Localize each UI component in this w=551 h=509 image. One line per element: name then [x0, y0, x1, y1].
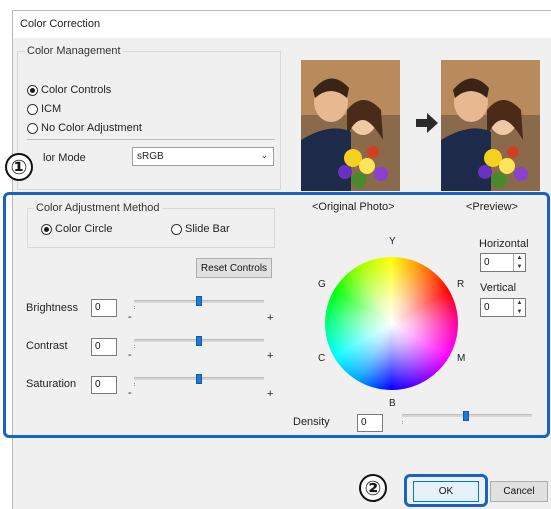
preview-label: <Preview>: [466, 201, 518, 213]
vertical-value: 0: [484, 302, 490, 313]
title-bar: Color Correction: [13, 11, 551, 38]
radio-color-circle[interactable]: Color Circle: [41, 223, 112, 235]
wheel-label-blue: B: [389, 398, 396, 409]
wheel-label-red: R: [457, 279, 465, 290]
color-mode-value: sRGB: [137, 151, 164, 162]
callout-2: ②: [359, 474, 387, 502]
contrast-label: Contrast: [26, 340, 68, 352]
density-slider-thumb[interactable]: [463, 411, 469, 421]
radio-no-color-adjustment-label: No Color Adjustment: [41, 122, 142, 134]
brightness-max-symbol: +: [267, 312, 274, 324]
wheel-label-magenta: M: [457, 353, 466, 364]
radio-dot: [27, 84, 38, 96]
window-title: Color Correction: [20, 18, 101, 30]
radio-color-circle-label: Color Circle: [55, 223, 113, 235]
saturation-label: Saturation: [26, 378, 77, 390]
slider-tick: [134, 345, 135, 348]
brightness-value[interactable]: 0: [91, 299, 117, 317]
brightness-label: Brightness: [26, 302, 78, 314]
contrast-value[interactable]: 0: [91, 338, 117, 356]
vertical-spinner[interactable]: 0 ▲ ▼: [480, 298, 526, 317]
horizontal-value: 0: [484, 257, 490, 268]
contrast-slider-thumb[interactable]: [196, 336, 202, 346]
horizontal-spinner[interactable]: 0 ▲ ▼: [480, 253, 526, 272]
wheel-label-green: G: [318, 279, 326, 290]
ok-button[interactable]: OK: [413, 481, 479, 502]
wheel-label-yellow: Y: [389, 236, 396, 247]
density-label: Density: [293, 416, 330, 428]
color-mode-label: lor Mode: [43, 152, 86, 164]
radio-color-controls-label: Color Controls: [41, 84, 112, 96]
brightness-slider-thumb[interactable]: [196, 296, 202, 306]
separator: [27, 139, 275, 140]
spin-up-icon[interactable]: ▲: [514, 299, 525, 308]
slider-tick: [402, 421, 403, 424]
adjustment-method-label: Color Adjustment Method: [34, 202, 162, 214]
brightness-min-symbol: -: [128, 311, 132, 323]
radio-dot: [27, 122, 38, 134]
vertical-label: Vertical: [480, 282, 517, 294]
spin-down-icon[interactable]: ▼: [514, 263, 525, 272]
radio-color-controls[interactable]: Color Controls: [27, 84, 111, 96]
radio-icm[interactable]: ICM: [27, 103, 61, 115]
spin-down-icon[interactable]: ▼: [514, 308, 525, 317]
callout-1: ①: [5, 153, 33, 181]
color-mode-select[interactable]: sRGB ⌄: [132, 147, 274, 166]
radio-dot: [41, 223, 52, 235]
wheel-label-cyan: C: [318, 353, 326, 364]
color-management-group: [17, 51, 281, 190]
saturation-min-symbol: -: [128, 387, 132, 399]
color-management-label: Color Management: [25, 45, 123, 57]
saturation-max-symbol: +: [267, 388, 274, 400]
chevron-down-icon: ⌄: [260, 150, 268, 160]
arrow-right-icon: [416, 113, 438, 133]
radio-slide-bar[interactable]: Slide Bar: [171, 223, 230, 235]
spin-up-icon[interactable]: ▲: [514, 254, 525, 263]
slider-tick: [134, 306, 135, 309]
radio-no-color-adjustment[interactable]: No Color Adjustment: [27, 122, 142, 134]
contrast-max-symbol: +: [267, 350, 274, 362]
horizontal-label: Horizontal: [479, 238, 529, 250]
cancel-button[interactable]: Cancel: [490, 481, 548, 502]
reset-controls-button[interactable]: Reset Controls: [196, 258, 272, 278]
contrast-min-symbol: -: [128, 349, 132, 361]
spinner-arrows[interactable]: ▲ ▼: [513, 299, 525, 316]
density-value[interactable]: 0: [357, 414, 383, 432]
radio-slide-bar-label: Slide Bar: [185, 223, 230, 235]
preview-photo: [441, 60, 540, 191]
crosshair-icon[interactable]: [386, 318, 397, 329]
original-photo: [301, 60, 400, 191]
radio-dot: [27, 103, 38, 115]
saturation-slider-thumb[interactable]: [196, 374, 202, 384]
slider-tick: [134, 383, 135, 386]
radio-icm-label: ICM: [41, 103, 62, 115]
saturation-value[interactable]: 0: [91, 376, 117, 394]
original-photo-label: <Original Photo>: [312, 201, 395, 213]
spinner-arrows[interactable]: ▲ ▼: [513, 254, 525, 271]
radio-dot: [171, 223, 182, 235]
